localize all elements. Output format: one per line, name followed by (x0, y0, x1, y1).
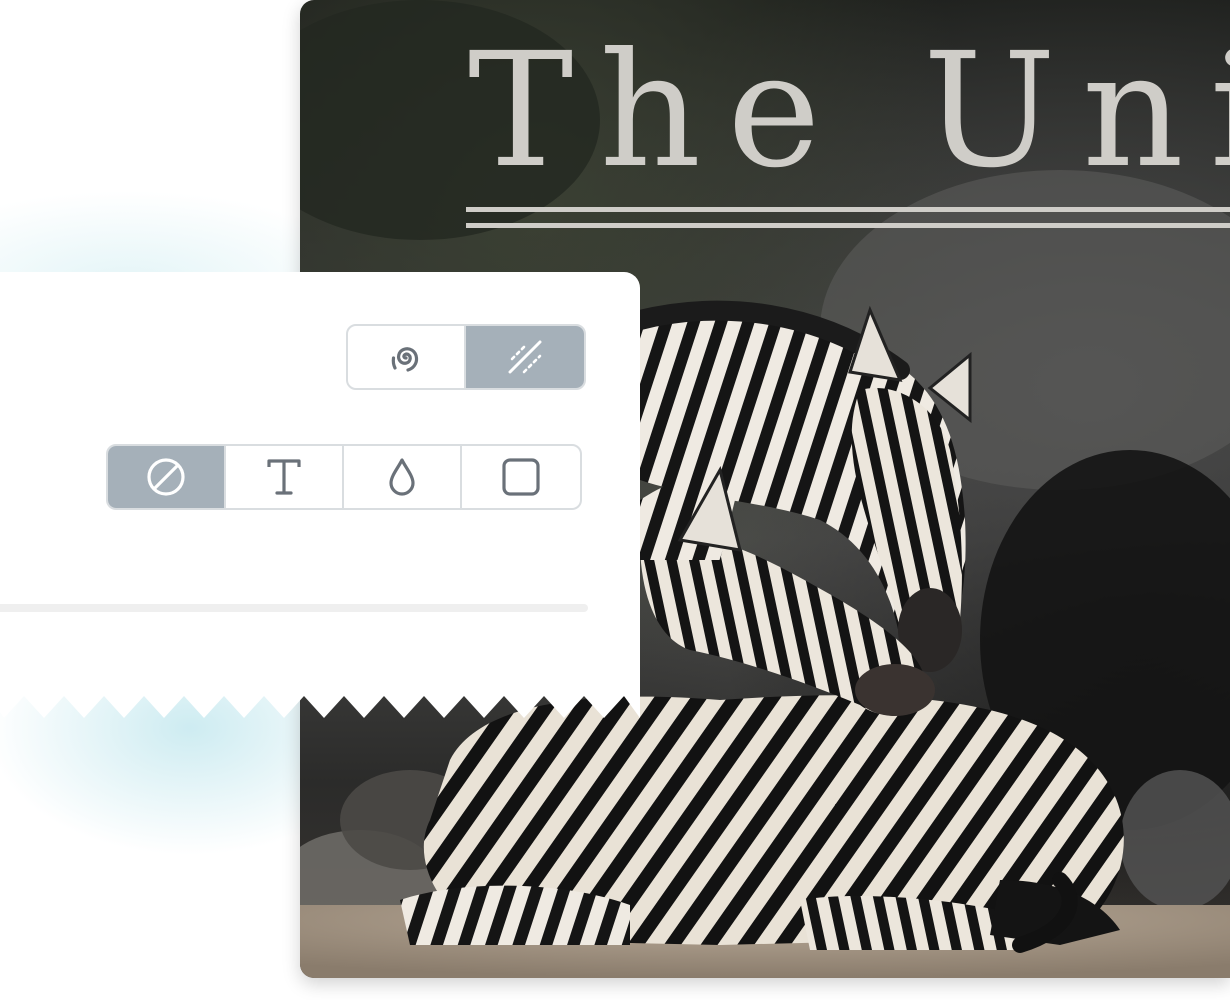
grain-effect-button[interactable] (466, 326, 584, 388)
square-icon (502, 458, 540, 496)
panel-torn-edge (0, 692, 640, 718)
headline-text[interactable]: The Uniq (468, 32, 1230, 190)
watermark-mode-group (106, 444, 582, 510)
text-icon (267, 459, 301, 495)
no-watermark-button[interactable] (108, 446, 226, 508)
none-icon (147, 458, 185, 496)
text-watermark-button[interactable] (226, 446, 344, 508)
effect-toggle-group (346, 324, 586, 390)
spiral-icon (391, 347, 419, 372)
headline-underline (466, 223, 1230, 228)
headline-underline (466, 207, 1230, 212)
diagonal-lines-icon (508, 340, 542, 374)
shape-watermark-button[interactable] (462, 446, 580, 508)
editor-stage: The Uniq (0, 0, 1230, 1000)
logo-watermark-button[interactable] (344, 446, 462, 508)
drop-icon (389, 458, 415, 496)
opacity-slider-track[interactable] (0, 604, 588, 612)
swirl-effect-button[interactable] (348, 326, 466, 388)
